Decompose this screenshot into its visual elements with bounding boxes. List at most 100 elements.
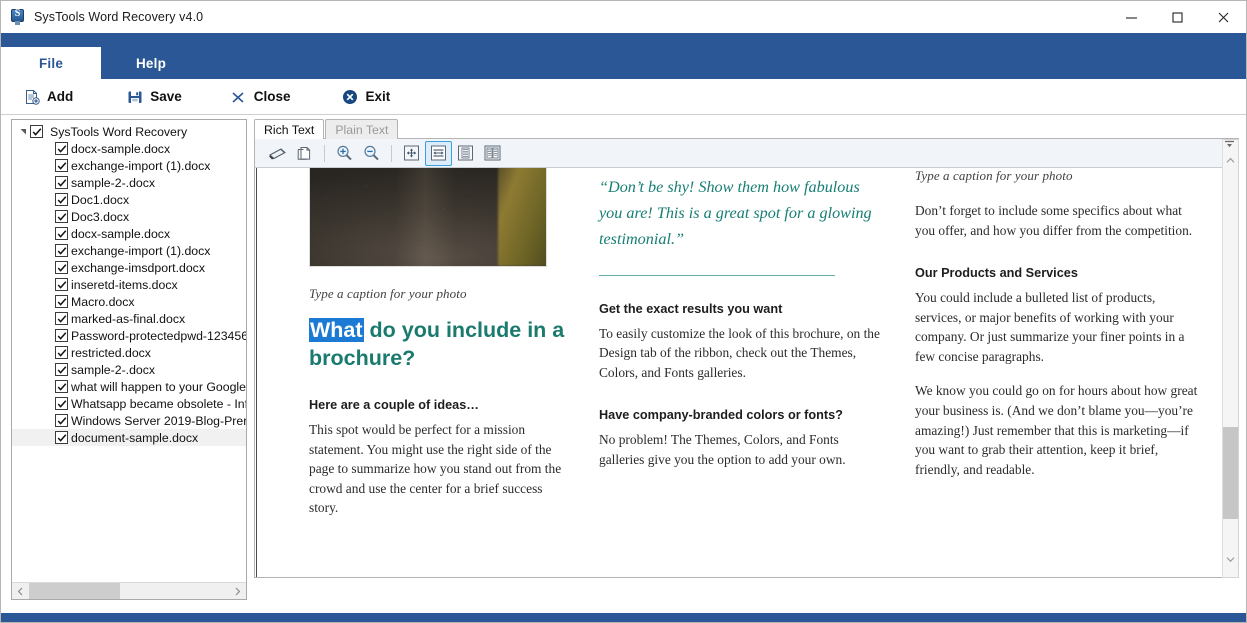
tree-file-item[interactable]: docx-sample.docx: [12, 140, 246, 157]
ribbon-top-band: [1, 33, 1246, 47]
add-button[interactable]: Add: [23, 79, 73, 115]
tree-file-item[interactable]: Doc1.docx: [12, 191, 246, 208]
tab-plain-text[interactable]: Plain Text: [325, 119, 399, 139]
document-viewer: Rich Text Plain Text Type a caption for …: [254, 119, 1239, 600]
print-icon[interactable]: [264, 141, 291, 166]
tab-help[interactable]: Help: [101, 47, 201, 79]
hscroll-track[interactable]: [29, 582, 229, 599]
hscroll-thumb[interactable]: [29, 582, 120, 599]
tree-file-item[interactable]: sample-2-.docx: [12, 361, 246, 378]
x-close-icon: [230, 88, 247, 105]
two-page-icon[interactable]: [479, 141, 506, 166]
tree-item-label: docx-sample.docx: [71, 141, 171, 156]
fit-page-icon[interactable]: [398, 141, 425, 166]
tree-file-item[interactable]: document-sample.docx: [12, 429, 246, 446]
save-button[interactable]: Save: [126, 79, 182, 115]
tree-item-label: sample-2-.docx: [71, 175, 156, 190]
chevron-left-icon[interactable]: [12, 583, 29, 600]
ribbon-tabstrip: File Help: [1, 47, 1246, 79]
tree-item-label: Macro.docx: [71, 294, 135, 309]
copy-pages-icon[interactable]: [291, 141, 318, 166]
chevron-right-icon[interactable]: [229, 583, 246, 600]
close-button[interactable]: Close: [230, 79, 291, 115]
tree-file-item[interactable]: Whatsapp became obsolete - Info: [12, 395, 246, 412]
left-subhead: Here are a couple of ideas…: [309, 398, 479, 413]
tree-file-item[interactable]: exchange-import (1).docx: [12, 242, 246, 259]
tree-root-node[interactable]: SysTools Word Recovery: [12, 123, 246, 140]
middle-heading-1: Get the exact results you want: [599, 301, 783, 316]
middle-heading-2: Have company-branded colors or fonts?: [599, 408, 843, 423]
tree-item-label: docx-sample.docx: [71, 226, 171, 241]
title-bar: SysTools Word Recovery v4.0: [1, 1, 1246, 33]
floppy-save-icon: [126, 88, 143, 105]
tree-item-checkbox[interactable]: [55, 244, 68, 257]
tree-item-checkbox[interactable]: [55, 176, 68, 189]
document-vertical-scrollbar[interactable]: [1222, 139, 1239, 578]
single-page-icon[interactable]: [452, 141, 479, 166]
tree-file-item[interactable]: Windows Server 2019-Blog-Prern: [12, 412, 246, 429]
tree-item-label: exchange-imsdport.docx: [71, 260, 205, 275]
tab-rich-text[interactable]: Rich Text: [254, 119, 325, 139]
tree-item-checkbox[interactable]: [55, 261, 68, 274]
scroll-up-icon[interactable]: [1223, 152, 1238, 168]
minimize-icon[interactable]: [1108, 1, 1154, 33]
tree-file-item[interactable]: marked-as-final.docx: [12, 310, 246, 327]
document-headline: What do you include in a brochure?: [309, 317, 567, 372]
photo-caption-left: Type a caption for your photo: [309, 286, 467, 301]
document-column-right: Type a caption for your photo Don’t forg…: [905, 168, 1218, 577]
tree-item-label: document-sample.docx: [71, 430, 199, 445]
tree-item-checkbox[interactable]: [55, 363, 68, 376]
expand-arrow-icon[interactable]: [17, 126, 29, 138]
tree-item-checkbox[interactable]: [55, 295, 68, 308]
tree-item-checkbox[interactable]: [55, 431, 68, 444]
zoom-out-icon[interactable]: [358, 141, 385, 166]
file-tree-panel: SysTools Word Recovery docx-sample.docx e…: [11, 119, 247, 600]
middle-paragraph-2: No problem! The Themes, Colors, and Font…: [599, 432, 846, 467]
tree-item-checkbox[interactable]: [55, 159, 68, 172]
vscroll-thumb[interactable]: [1223, 427, 1238, 519]
left-paragraph: This spot would be perfect for a mission…: [309, 422, 562, 516]
tree-file-item[interactable]: restricted.docx: [12, 344, 246, 361]
document-page-pane[interactable]: Type a caption for your photo What do yo…: [254, 168, 1239, 578]
tree-item-checkbox[interactable]: [55, 397, 68, 410]
file-tree[interactable]: SysTools Word Recovery docx-sample.docx e…: [12, 123, 246, 581]
fit-width-icon[interactable]: [425, 140, 452, 166]
tree-item-label: Whatsapp became obsolete - Info: [71, 396, 246, 411]
scroll-down-icon[interactable]: [1223, 551, 1238, 567]
right-heading-1: Our Products and Services: [915, 266, 1078, 281]
exit-button[interactable]: Exit: [342, 79, 391, 115]
tree-item-checkbox[interactable]: [55, 312, 68, 325]
right-paragraph-3: We know you could go on for hours about …: [915, 383, 1198, 477]
tree-item-checkbox[interactable]: [55, 210, 68, 223]
zoom-in-icon[interactable]: [331, 141, 358, 166]
tree-file-item[interactable]: Password-protectedpwd-123456.: [12, 327, 246, 344]
tree-item-label: sample-2-.docx: [71, 362, 156, 377]
tree-file-item[interactable]: what will happen to your Google: [12, 378, 246, 395]
tree-item-checkbox[interactable]: [55, 380, 68, 393]
sidebar-horizontal-scrollbar[interactable]: [12, 582, 246, 599]
tree-item-checkbox[interactable]: [55, 193, 68, 206]
tree-file-item[interactable]: exchange-imsdport.docx: [12, 259, 246, 276]
viewer-toolbar: [254, 139, 1239, 168]
tree-root-checkbox[interactable]: [30, 125, 43, 138]
close-icon[interactable]: [1200, 1, 1246, 33]
tree-file-item[interactable]: docx-sample.docx: [12, 225, 246, 242]
tree-file-item[interactable]: Macro.docx: [12, 293, 246, 310]
tree-item-label: exchange-import (1).docx: [71, 158, 211, 173]
tree-item-checkbox[interactable]: [55, 227, 68, 240]
tree-file-item[interactable]: Doc3.docx: [12, 208, 246, 225]
tree-file-item[interactable]: sample-2-.docx: [12, 174, 246, 191]
tree-item-checkbox[interactable]: [55, 346, 68, 359]
tree-file-item[interactable]: inseretd-items.docx: [12, 276, 246, 293]
tree-item-checkbox[interactable]: [55, 329, 68, 342]
tree-item-checkbox[interactable]: [55, 414, 68, 427]
scroll-split-handle-icon[interactable]: [1223, 139, 1236, 150]
maximize-icon[interactable]: [1154, 1, 1200, 33]
right-paragraph-1: Don’t forget to include some specifics a…: [915, 203, 1193, 238]
tab-file[interactable]: File: [1, 47, 101, 79]
tree-file-item[interactable]: exchange-import (1).docx: [12, 157, 246, 174]
tree-item-checkbox[interactable]: [55, 142, 68, 155]
tree-item-label: Password-protectedpwd-123456.: [71, 328, 246, 343]
exit-label: Exit: [365, 89, 391, 104]
tree-item-checkbox[interactable]: [55, 278, 68, 291]
